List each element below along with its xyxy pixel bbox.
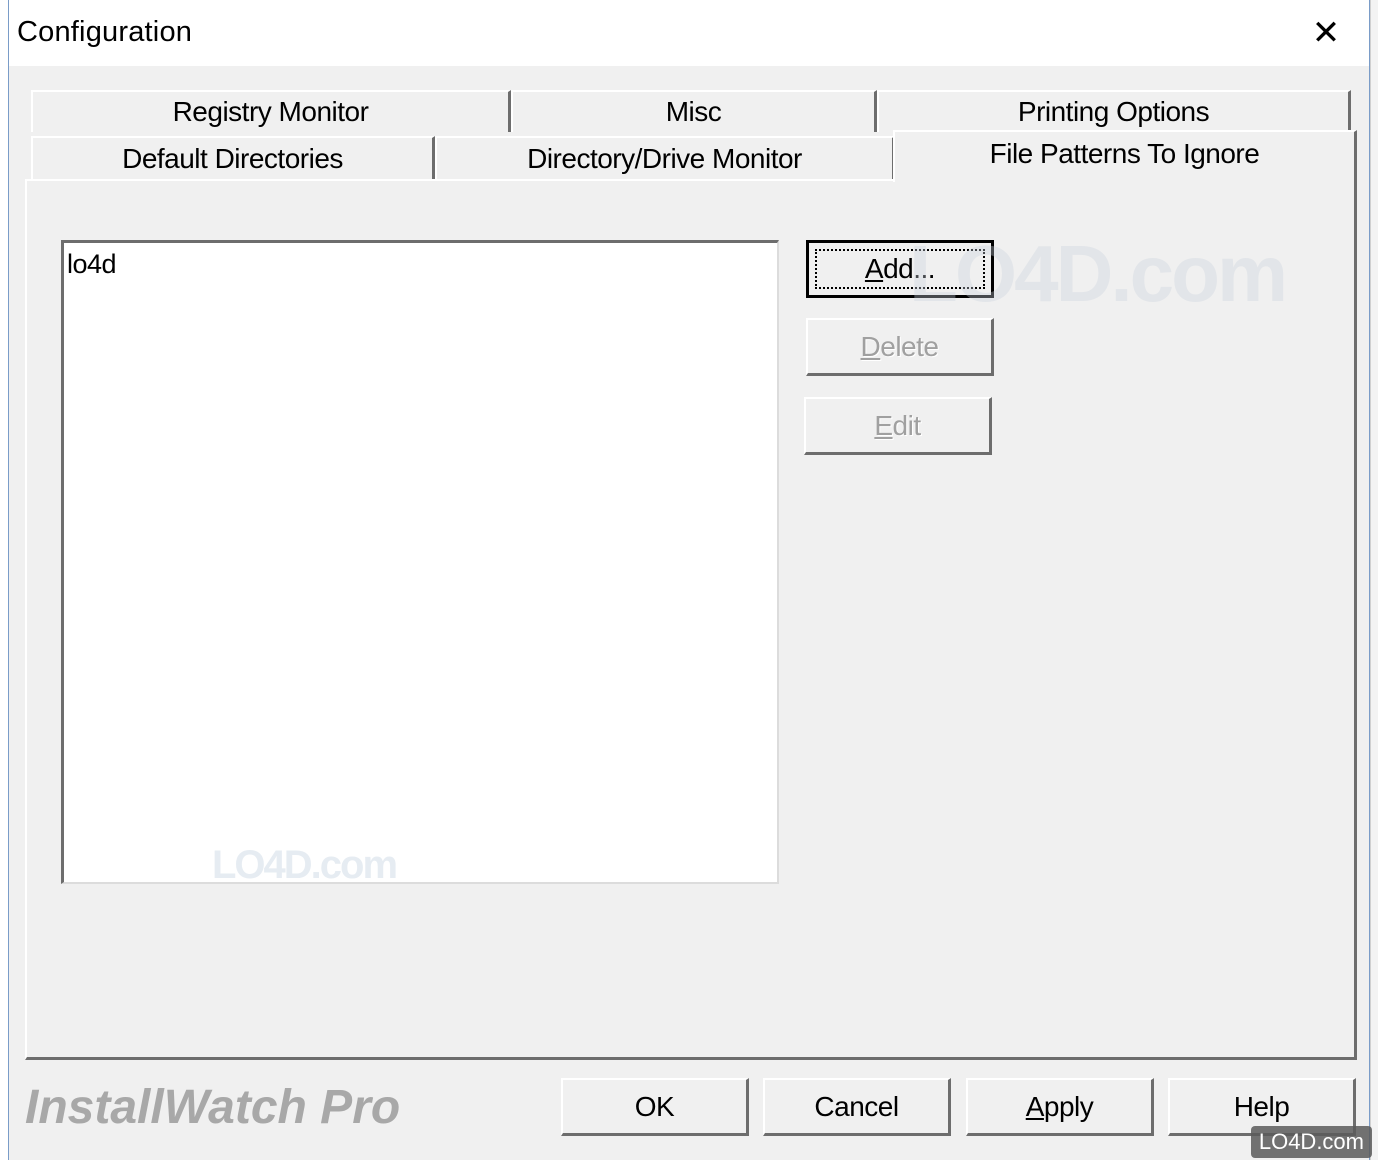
ok-button-label: OK — [634, 1090, 675, 1122]
edit-button[interactable]: Edit — [804, 397, 992, 455]
title-bar: Configuration ✕ — [9, 0, 1369, 66]
configuration-dialog: Configuration ✕ Registry Monitor Misc Pr… — [8, 0, 1370, 1160]
corner-watermark: LO4D.com — [1250, 1126, 1372, 1158]
edit-button-label: Edit — [874, 409, 921, 441]
tab-default-directories[interactable]: Default Directories — [31, 136, 435, 180]
patterns-listbox[interactable]: lo4d LO4D.com — [61, 240, 779, 887]
close-button[interactable]: ✕ — [1283, 0, 1369, 66]
tab-label: Printing Options — [1017, 96, 1210, 127]
apply-button-label: Apply — [1025, 1090, 1094, 1122]
tab-file-patterns-to-ignore[interactable]: File Patterns To Ignore — [893, 130, 1357, 182]
tab-label: File Patterns To Ignore — [989, 138, 1260, 169]
apply-button[interactable]: Apply — [966, 1078, 1154, 1136]
tab-registry-monitor[interactable]: Registry Monitor — [31, 90, 511, 132]
ok-button[interactable]: OK — [561, 1078, 749, 1136]
tab-label: Misc — [665, 96, 722, 127]
background-window-edge — [1370, 0, 1378, 1160]
delete-button-label: Delete — [860, 330, 939, 362]
tab-printing-options[interactable]: Printing Options — [877, 90, 1351, 132]
tab-label: Directory/Drive Monitor — [527, 143, 802, 174]
corner-watermark-text: LO4D.com — [1258, 1129, 1364, 1154]
help-button-label: Help — [1233, 1090, 1290, 1122]
window-title: Configuration — [17, 16, 193, 48]
tab-directory-drive-monitor[interactable]: Directory/Drive Monitor — [435, 136, 895, 180]
add-button[interactable]: Add... — [806, 240, 994, 298]
focus-rect — [815, 249, 985, 289]
tab-label: Default Directories — [122, 143, 343, 174]
close-icon: ✕ — [1311, 14, 1341, 52]
cancel-button-label: Cancel — [814, 1090, 899, 1122]
tab-misc[interactable]: Misc — [511, 90, 877, 132]
product-brand: InstallWatch Pro — [25, 1081, 401, 1134]
list-item[interactable]: lo4d — [67, 249, 117, 280]
cancel-button[interactable]: Cancel — [763, 1078, 951, 1136]
delete-button[interactable]: Delete — [806, 318, 994, 376]
tab-label: Registry Monitor — [172, 96, 369, 127]
watermark-logo: LO4D.com — [212, 843, 398, 887]
